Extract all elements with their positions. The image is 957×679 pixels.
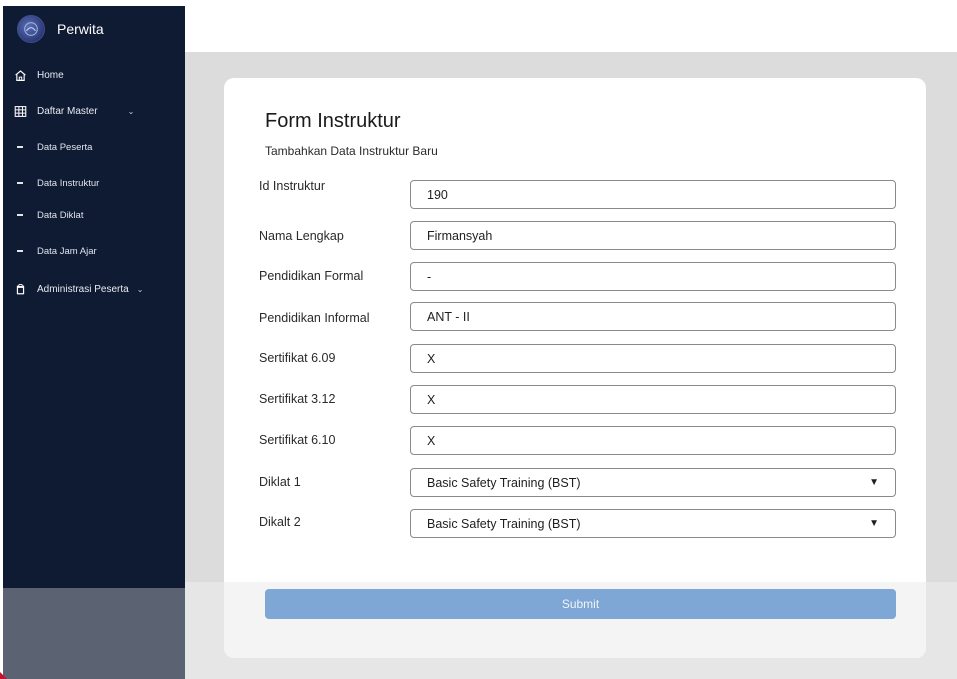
chevron-down-icon[interactable]: ⌄ <box>137 285 144 294</box>
page-title: Form Instruktur <box>265 110 401 132</box>
sidebar: Perwita Home Daftar Master ⌄ Data Pesert… <box>3 6 185 679</box>
dash-icon <box>17 182 23 184</box>
brand[interactable]: Perwita <box>17 14 104 44</box>
page-subtitle: Tambahkan Data Instruktur Baru <box>265 144 438 158</box>
sertifikat-312-input[interactable]: X <box>410 385 896 414</box>
sidebar-item-label: Data Instruktur <box>37 177 100 189</box>
id-instruktur-label: Id Instruktur <box>259 179 325 193</box>
home-icon <box>13 68 27 82</box>
sertifikat-610-label: Sertifikat 6.10 <box>259 433 336 447</box>
corner-mark <box>0 672 7 679</box>
pendidikan-informal-label: Pendidikan Informal <box>259 311 370 325</box>
dropdown-arrow-icon[interactable]: ▼ <box>869 518 879 529</box>
top-bar <box>185 6 957 52</box>
brand-logo-icon <box>17 15 45 43</box>
sidebar-item-label: Data Peserta <box>37 141 93 153</box>
brand-name: Perwita <box>57 21 104 37</box>
sidebar-item-data-instruktur[interactable]: Data Instruktur <box>17 176 99 190</box>
diklat-1-label: Diklat 1 <box>259 475 301 489</box>
sidebar-item-daftar-master[interactable]: Daftar Master ⌄ <box>13 103 134 119</box>
sidebar-item-label: Home <box>37 69 64 81</box>
diklat-1-select[interactable]: Basic Safety Training (BST) ▼ <box>410 468 896 497</box>
submit-button[interactable]: Submit <box>265 589 896 619</box>
nama-lengkap-label: Nama Lengkap <box>259 229 344 243</box>
diklat-2-select[interactable]: Basic Safety Training (BST) ▼ <box>410 509 896 538</box>
clipboard-icon <box>13 282 27 296</box>
sertifikat-609-label: Sertifikat 6.09 <box>259 351 336 365</box>
chevron-down-icon[interactable]: ⌄ <box>128 107 135 116</box>
sidebar-item-label: Data Diklat <box>37 209 84 221</box>
sidebar-item-data-peserta[interactable]: Data Peserta <box>17 140 92 154</box>
diklat-1-selected-value: Basic Safety Training (BST) <box>427 475 581 490</box>
sertifikat-312-label: Sertifikat 3.12 <box>259 392 336 406</box>
dropdown-arrow-icon[interactable]: ▼ <box>869 477 879 488</box>
pendidikan-formal-label: Pendidikan Formal <box>259 269 364 283</box>
dash-icon <box>17 146 23 148</box>
pendidikan-informal-input[interactable]: ANT - II <box>410 302 896 331</box>
sidebar-item-data-diklat[interactable]: Data Diklat <box>17 208 83 222</box>
diklat-2-selected-value: Basic Safety Training (BST) <box>427 516 581 531</box>
sidebar-item-label: Administrasi Peserta <box>37 283 129 295</box>
nama-lengkap-input[interactable]: Firmansyah <box>410 221 896 250</box>
dash-icon <box>17 214 23 216</box>
diklat-2-label: Dikalt 2 <box>259 515 301 529</box>
grid-icon <box>13 104 27 118</box>
sidebar-item-label: Data Jam Ajar <box>37 245 97 257</box>
sidebar-item-administrasi-peserta[interactable]: Administrasi Peserta ⌄ <box>13 281 143 297</box>
form-card: Form Instruktur Tambahkan Data Instruktu… <box>224 78 926 658</box>
id-instruktur-input[interactable]: 190 <box>410 180 896 209</box>
sidebar-item-data-jam-ajar[interactable]: Data Jam Ajar <box>17 244 97 258</box>
dash-icon <box>17 250 23 252</box>
sidebar-item-home[interactable]: Home <box>13 67 64 83</box>
pendidikan-formal-input[interactable]: - <box>410 262 896 291</box>
sidebar-item-label: Daftar Master <box>37 105 98 117</box>
sidebar-bottom-overlay <box>3 588 185 679</box>
sertifikat-609-input[interactable]: X <box>410 344 896 373</box>
sertifikat-610-input[interactable]: X <box>410 426 896 455</box>
